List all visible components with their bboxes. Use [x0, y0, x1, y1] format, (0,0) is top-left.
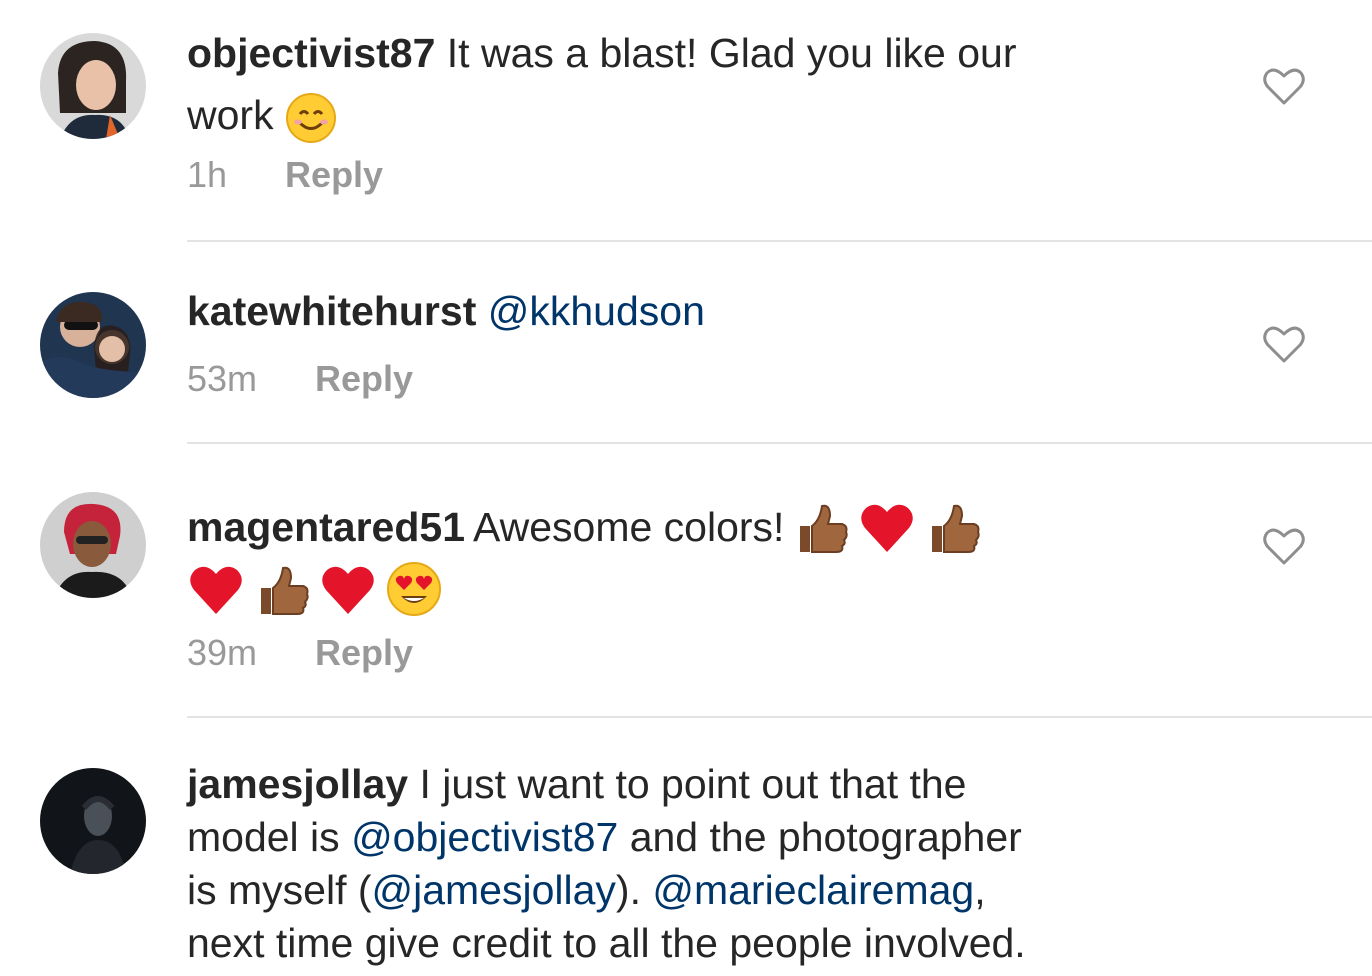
- comment-text-part: ).: [615, 867, 653, 913]
- divider: [187, 240, 1372, 242]
- comment-text-part: and the photographer: [618, 814, 1022, 860]
- comment-text: katewhitehurst @kkhudson: [187, 280, 1207, 342]
- avatar[interactable]: [40, 768, 146, 874]
- thumbs-up-emoji: [253, 560, 311, 618]
- comment-username[interactable]: magentared51: [187, 504, 465, 551]
- comment-text-part: It was a blast! Glad you like our: [435, 30, 1017, 76]
- comment-text-part: model is: [187, 814, 352, 860]
- like-heart-icon[interactable]: [1262, 66, 1306, 106]
- comments-list: objectivist87 It was a blast! Glad you l…: [0, 0, 1372, 976]
- comment-text-part: Awesome colors!: [473, 503, 785, 550]
- mention-link[interactable]: @marieclairemag: [652, 867, 974, 913]
- avatar[interactable]: [40, 492, 146, 598]
- reply-button[interactable]: Reply: [315, 358, 413, 399]
- thumbs-up-emoji: [792, 498, 850, 556]
- divider: [187, 442, 1372, 444]
- comment-timestamp: 1h: [187, 154, 228, 195]
- red-heart-emoji: [858, 498, 916, 556]
- like-heart-icon[interactable]: [1262, 526, 1306, 566]
- red-heart-emoji: [187, 560, 245, 618]
- comment-text-part: I just want to point out that the: [408, 761, 967, 807]
- comment-username[interactable]: katewhitehurst: [187, 288, 476, 334]
- mention-link[interactable]: @jamesjollay: [372, 867, 616, 913]
- mention-link[interactable]: @objectivist87: [351, 814, 618, 860]
- comment-meta: 53m Reply: [187, 354, 1207, 404]
- thumbs-up-emoji: [924, 498, 982, 556]
- reply-button[interactable]: Reply: [315, 632, 413, 673]
- heart-eyes-emoji: [385, 560, 443, 618]
- emoji-line: [187, 558, 1207, 620]
- avatar[interactable]: [40, 33, 146, 139]
- comment-timestamp: 53m: [187, 358, 258, 399]
- comment-text: magentared51 Awesome colors!: [187, 496, 1207, 558]
- comment-text-part: is myself (: [187, 867, 372, 913]
- comment-username[interactable]: objectivist87: [187, 30, 435, 76]
- reply-button[interactable]: Reply: [285, 154, 383, 195]
- red-heart-emoji: [319, 560, 377, 618]
- comment-timestamp: 39m: [187, 632, 258, 673]
- smiling-face-emoji: [285, 92, 337, 144]
- comment-text-part: next time give credit to all the people …: [187, 920, 1026, 966]
- avatar[interactable]: [40, 292, 146, 398]
- comment-text-part: work: [187, 92, 274, 138]
- like-heart-icon[interactable]: [1262, 324, 1306, 364]
- comment-meta: 1h Reply: [187, 150, 1207, 200]
- divider: [187, 716, 1372, 718]
- comment-text: objectivist87 It was a blast! Glad you l…: [187, 22, 1207, 146]
- comment-meta: 39m Reply: [187, 628, 1207, 678]
- mention-link[interactable]: @kkhudson: [488, 288, 705, 334]
- comment-text-part: ,: [974, 867, 986, 913]
- comment-text: jamesjollay I just want to point out tha…: [187, 758, 1207, 970]
- comment-username[interactable]: jamesjollay: [187, 761, 408, 807]
